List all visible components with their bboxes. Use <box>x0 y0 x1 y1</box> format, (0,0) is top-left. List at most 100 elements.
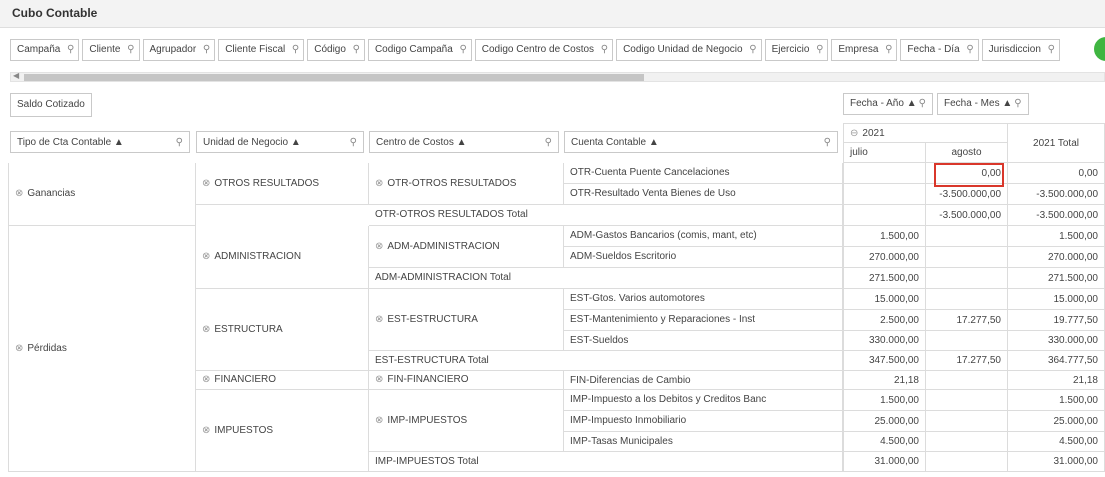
filter-icon[interactable]: ⚲ <box>127 40 134 60</box>
total-cell[interactable]: 270.000,00 <box>1008 247 1105 268</box>
filter-icon[interactable]: ⚲ <box>1014 98 1021 109</box>
total-cell[interactable]: -3.500.000,00 <box>1008 205 1105 226</box>
row-field-centro-costos[interactable]: Centro de Costos ▲ ⚲ <box>369 131 559 153</box>
filter-field-chip[interactable]: Cliente Fiscal ⚲ <box>218 39 305 61</box>
total-cell[interactable]: 25.000,00 <box>1008 411 1105 432</box>
value-cell[interactable]: -3.500.000,00 <box>926 205 1008 226</box>
value-cell[interactable]: 270.000,00 <box>843 247 926 268</box>
total-cell[interactable]: 364.777,50 <box>1008 351 1105 371</box>
row-field-tipo-cta[interactable]: Tipo de Cta Contable ▲ ⚲ <box>10 131 190 153</box>
expand-icon[interactable]: ⊗ <box>375 237 383 257</box>
total-cell[interactable]: 271.500,00 <box>1008 268 1105 289</box>
row-header-unidad[interactable]: ⊗ OTROS RESULTADOS <box>196 163 369 205</box>
scroll-left-icon[interactable]: ◀ <box>13 71 19 80</box>
value-cell[interactable]: 2.500,00 <box>843 310 926 331</box>
filter-icon[interactable]: ⚲ <box>459 40 466 60</box>
filter-icon[interactable]: ⚲ <box>545 132 552 154</box>
filter-icon[interactable]: ⚲ <box>816 40 823 60</box>
filter-icon[interactable]: ⚲ <box>919 98 926 109</box>
status-indicator[interactable] <box>1094 37 1105 61</box>
expand-icon[interactable]: ⊗ <box>375 174 383 194</box>
total-cell[interactable]: 1.500,00 <box>1008 390 1105 411</box>
col-header-year[interactable]: ⊖ 2021 <box>843 123 1008 143</box>
total-cell[interactable]: 4.500,00 <box>1008 432 1105 452</box>
filter-field-chip[interactable]: Código ⚲ <box>307 39 365 61</box>
value-cell[interactable]: 1.500,00 <box>843 226 926 247</box>
expand-icon[interactable]: ⊗ <box>375 310 383 330</box>
total-cell[interactable]: 21,18 <box>1008 371 1105 390</box>
value-cell[interactable]: 31.000,00 <box>843 452 926 472</box>
value-cell[interactable]: 25.000,00 <box>843 411 926 432</box>
expand-icon[interactable]: ⊖ <box>850 128 858 139</box>
value-cell[interactable] <box>926 371 1008 390</box>
value-cell[interactable]: 17.277,50 <box>926 310 1008 331</box>
value-cell[interactable] <box>926 247 1008 268</box>
data-field-saldo-cotizado[interactable]: Saldo Cotizado <box>10 93 92 117</box>
row-field-unidad-negocio[interactable]: Unidad de Negocio ▲ ⚲ <box>196 131 364 153</box>
total-cell[interactable]: 15.000,00 <box>1008 289 1105 310</box>
filter-field-chip[interactable]: Empresa ⚲ <box>831 39 898 61</box>
filter-icon[interactable]: ⚲ <box>350 132 357 154</box>
total-cell[interactable]: 1.500,00 <box>1008 226 1105 247</box>
filter-icon[interactable]: ⚲ <box>353 40 360 60</box>
value-cell[interactable] <box>926 226 1008 247</box>
filter-field-chip[interactable]: Ejercicio ⚲ <box>764 39 829 61</box>
expand-icon[interactable]: ⊗ <box>202 247 210 267</box>
filter-icon[interactable]: ⚲ <box>1048 40 1055 60</box>
expand-icon[interactable]: ⊗ <box>15 339 23 359</box>
filter-field-chip[interactable]: Jurisdiccion ⚲ <box>981 39 1060 61</box>
filter-field-chip[interactable]: Agrupador ⚲ <box>142 39 216 61</box>
value-cell[interactable] <box>843 184 926 205</box>
value-cell[interactable] <box>926 390 1008 411</box>
value-cell[interactable]: 1.500,00 <box>843 390 926 411</box>
row-field-cuenta-contable[interactable]: Cuenta Contable ▲ ⚲ <box>564 131 838 153</box>
filter-field-chip[interactable]: Fecha - Día ⚲ <box>900 39 979 61</box>
value-cell[interactable] <box>843 205 926 226</box>
total-cell[interactable]: 330.000,00 <box>1008 331 1105 351</box>
row-header-unidad[interactable]: ⊗ IMPUESTOS <box>196 390 369 472</box>
value-cell[interactable]: 347.500,00 <box>843 351 926 371</box>
value-cell[interactable]: 15.000,00 <box>843 289 926 310</box>
column-field-fecha-anio[interactable]: Fecha - Año ▲ ⚲ <box>843 93 933 115</box>
value-cell[interactable]: 271.500,00 <box>843 268 926 289</box>
filter-icon[interactable]: ⚲ <box>176 132 183 154</box>
value-cell[interactable]: 330.000,00 <box>843 331 926 351</box>
value-cell[interactable]: 4.500,00 <box>843 432 926 452</box>
filter-icon[interactable]: ⚲ <box>824 132 831 154</box>
row-header-centro[interactable]: ⊗ EST-ESTRUCTURA <box>369 289 564 351</box>
row-header-centro[interactable]: ⊗ FIN-FINANCIERO <box>369 371 564 390</box>
expand-icon[interactable]: ⊗ <box>202 320 210 340</box>
expand-icon[interactable]: ⊗ <box>202 371 210 389</box>
row-header-centro[interactable]: ⊗ OTR-OTROS RESULTADOS <box>369 163 564 205</box>
row-header-unidad[interactable]: ⊗ ADMINISTRACION <box>196 226 369 289</box>
value-cell[interactable]: 21,18 <box>843 371 926 390</box>
filter-icon[interactable]: ⚲ <box>749 40 756 60</box>
filter-field-chip[interactable]: Codigo Centro de Costos ⚲ <box>474 39 614 61</box>
expand-icon[interactable]: ⊗ <box>375 371 383 389</box>
filter-icon[interactable]: ⚲ <box>203 40 210 60</box>
row-header-unidad[interactable]: ⊗ ESTRUCTURA <box>196 289 369 371</box>
filter-icon[interactable]: ⚲ <box>292 40 299 60</box>
row-header-tipo[interactable]: ⊗ Ganancias <box>8 163 196 226</box>
filter-icon[interactable]: ⚲ <box>966 40 973 60</box>
total-cell[interactable]: 31.000,00 <box>1008 452 1105 472</box>
filter-icon[interactable]: ⚲ <box>885 40 892 60</box>
filter-field-chip[interactable]: Cliente ⚲ <box>82 39 140 61</box>
expand-icon[interactable]: ⊗ <box>202 174 210 194</box>
value-cell[interactable] <box>926 452 1008 472</box>
value-cell[interactable] <box>843 163 926 184</box>
value-cell[interactable] <box>926 268 1008 289</box>
filter-field-chip[interactable]: Codigo Campaña ⚲ <box>367 39 472 61</box>
expand-icon[interactable]: ⊗ <box>202 421 210 441</box>
horizontal-scrollbar[interactable]: ◀ <box>10 71 1105 82</box>
value-cell[interactable]: -3.500.000,00 <box>926 184 1008 205</box>
row-header-unidad[interactable]: ⊗ FINANCIERO <box>196 371 369 390</box>
total-cell[interactable]: 0,00 <box>1008 163 1105 184</box>
total-cell[interactable]: 19.777,50 <box>1008 310 1105 331</box>
filter-icon[interactable]: ⚲ <box>601 40 608 60</box>
value-cell[interactable] <box>926 432 1008 452</box>
scroll-thumb[interactable] <box>24 74 644 81</box>
row-header-centro[interactable]: ⊗ IMP-IMPUESTOS <box>369 390 564 452</box>
value-cell[interactable] <box>926 289 1008 310</box>
expand-icon[interactable]: ⊗ <box>15 184 23 204</box>
